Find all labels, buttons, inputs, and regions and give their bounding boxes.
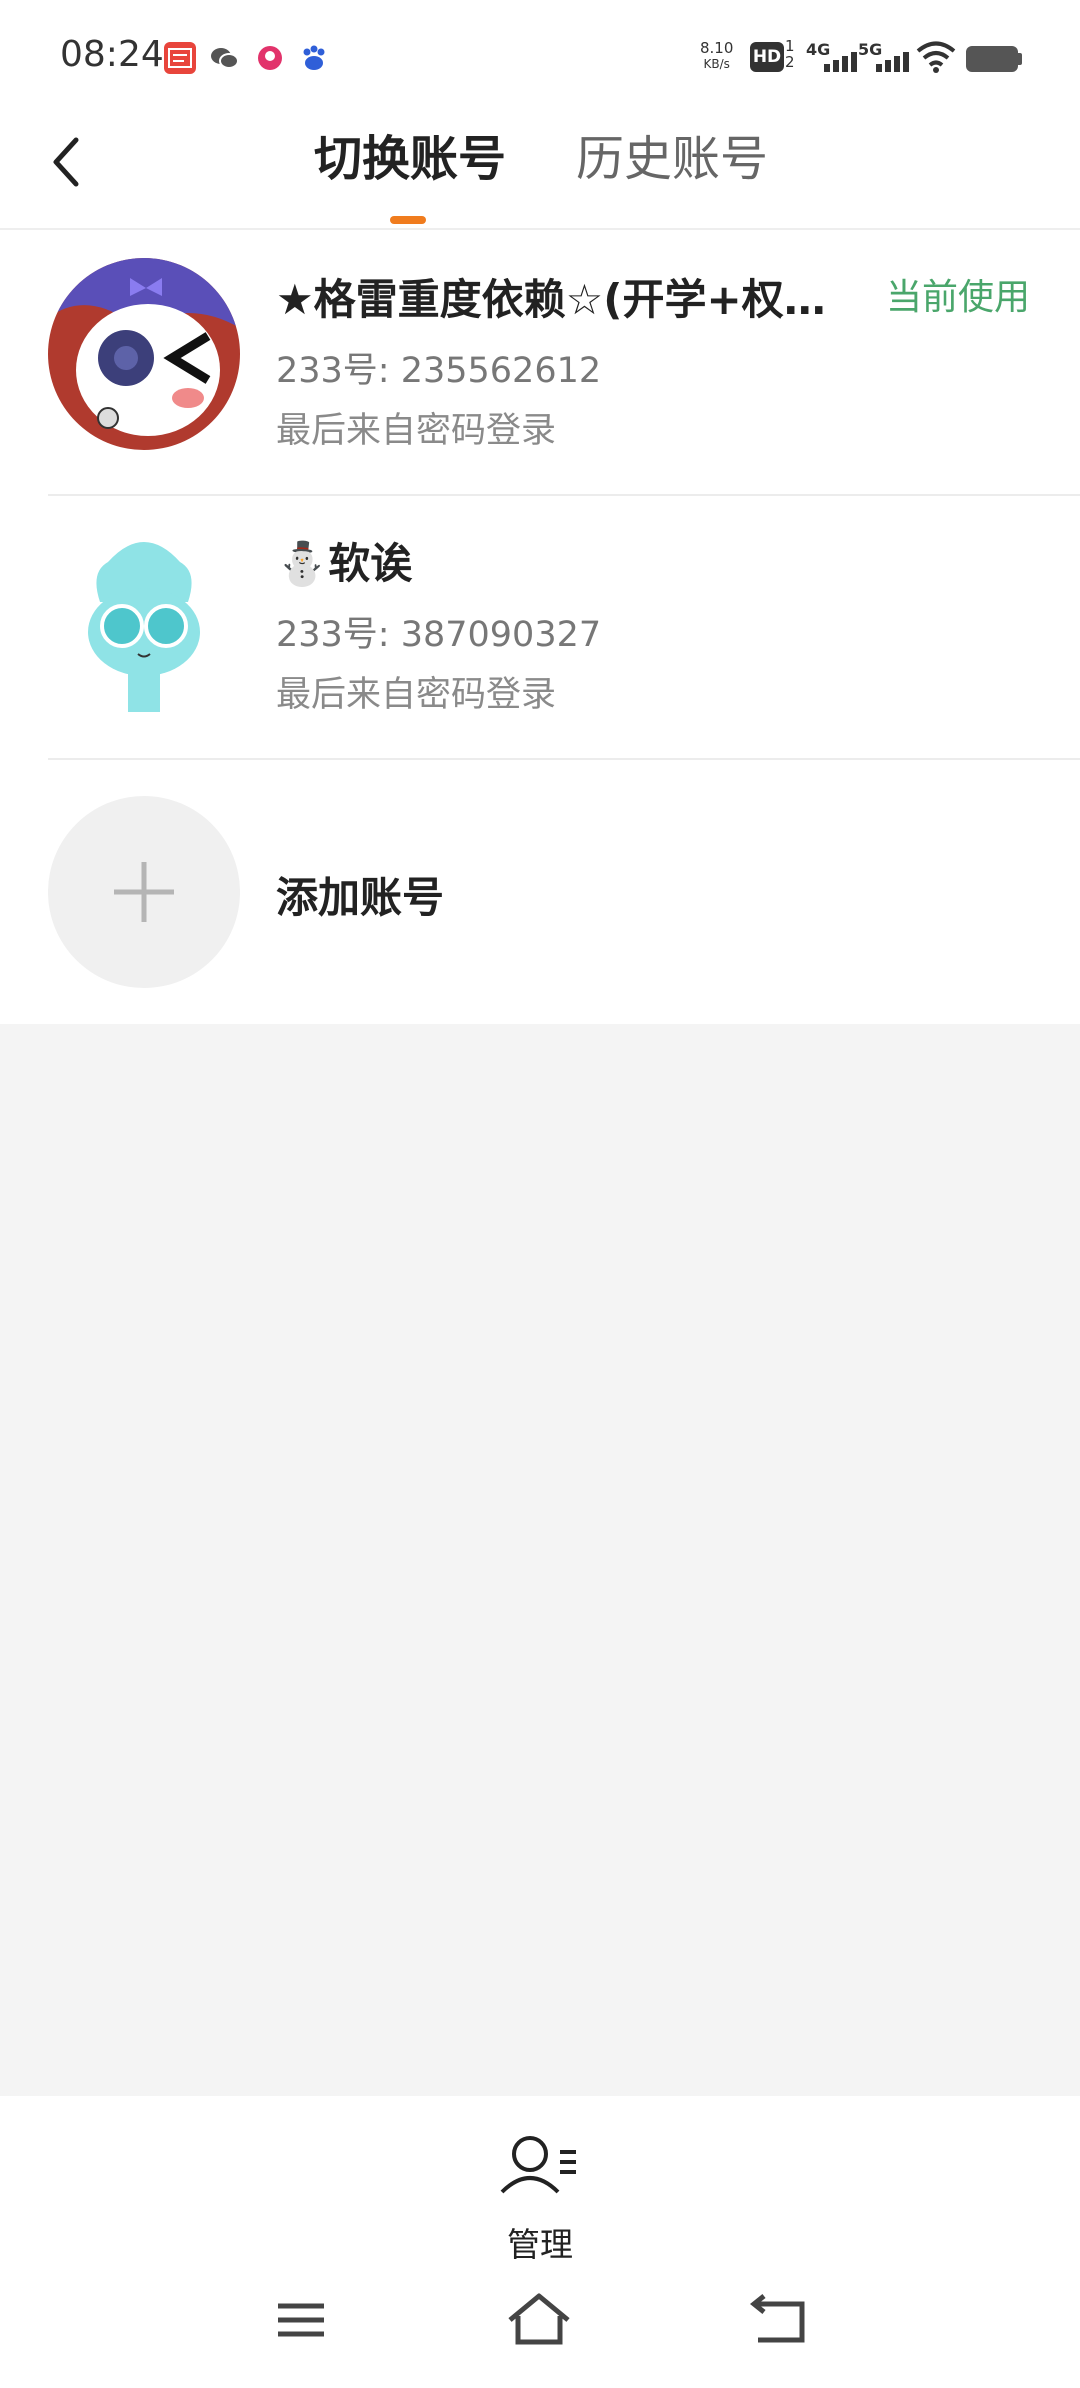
toutiao-app-icon [164, 42, 196, 74]
back-button[interactable] [48, 126, 128, 206]
plus-icon [114, 862, 174, 922]
baidu-icon [298, 42, 330, 74]
menu-icon [278, 2303, 324, 2337]
net-speed-unit: KB/s [703, 57, 730, 71]
user-manage-icon [500, 2136, 576, 2194]
login-method: 最后来自密码登录 [276, 675, 557, 715]
status-time: 08:24 [60, 34, 164, 75]
battery-tip [1018, 53, 1022, 65]
net-speed: 8.10 KB/s [700, 40, 733, 72]
wifi-icon [916, 40, 956, 78]
sim-slot-indicator: 1 2 [785, 37, 795, 71]
account-id: 233号: 387090327 [276, 615, 602, 655]
bottom-bar: 管理 [0, 2096, 1080, 2388]
signal-5g-icon: 5G [858, 40, 910, 76]
account-id: 233号: 235562612 [276, 351, 602, 391]
content-panel: 08:24 8.10 KB/s HD 1 2 4G 5G 切换账号 历史账号 ★… [0, 0, 1080, 1024]
add-account-row[interactable]: 添加账号 [0, 758, 1080, 1024]
signal-5g-label: 5G [858, 40, 883, 59]
add-account-label: 添加账号 [276, 873, 445, 922]
add-account-button[interactable] [48, 796, 240, 988]
hd-badge: HD [750, 42, 784, 72]
account-row[interactable]: ⛄软诶 233号: 387090327 最后来自密码登录 [0, 494, 1080, 760]
tab-history-account[interactable]: 历史账号 [576, 124, 768, 194]
menu-button[interactable] [256, 2286, 346, 2356]
login-method: 最后来自密码登录 [276, 411, 557, 451]
battery-icon [966, 46, 1018, 72]
manage-label: 管理 [507, 2225, 573, 2264]
signal-4g-label: 4G [806, 40, 831, 59]
app-notification-icon [254, 42, 286, 74]
account-name: ★格雷重度依赖☆(开学+权威... [276, 275, 856, 324]
manage-button[interactable]: 管理 [480, 2126, 600, 2264]
home-icon [508, 2293, 570, 2345]
current-use-badge: 当前使用 [885, 277, 1030, 318]
chevron-left-icon [53, 137, 79, 187]
signal-4g-icon: 4G [806, 40, 858, 76]
net-speed-value: 8.10 [700, 39, 734, 57]
back-nav-button[interactable] [734, 2286, 824, 2356]
tab-switch-account[interactable]: 切换账号 [314, 124, 506, 194]
avatar [48, 258, 240, 450]
header: 切换账号 历史账号 [0, 118, 1080, 230]
account-name: ⛄软诶 [276, 539, 413, 588]
status-bar: 08:24 8.10 KB/s HD 1 2 4G 5G [0, 0, 1080, 118]
back-icon [749, 2294, 805, 2343]
avatar [48, 522, 240, 714]
account-row[interactable]: ★格雷重度依赖☆(开学+权威... 当前使用 233号: 235562612 最… [0, 230, 1080, 496]
home-button[interactable] [494, 2286, 584, 2356]
wechat-icon [208, 42, 240, 74]
tab-indicator [390, 216, 426, 224]
